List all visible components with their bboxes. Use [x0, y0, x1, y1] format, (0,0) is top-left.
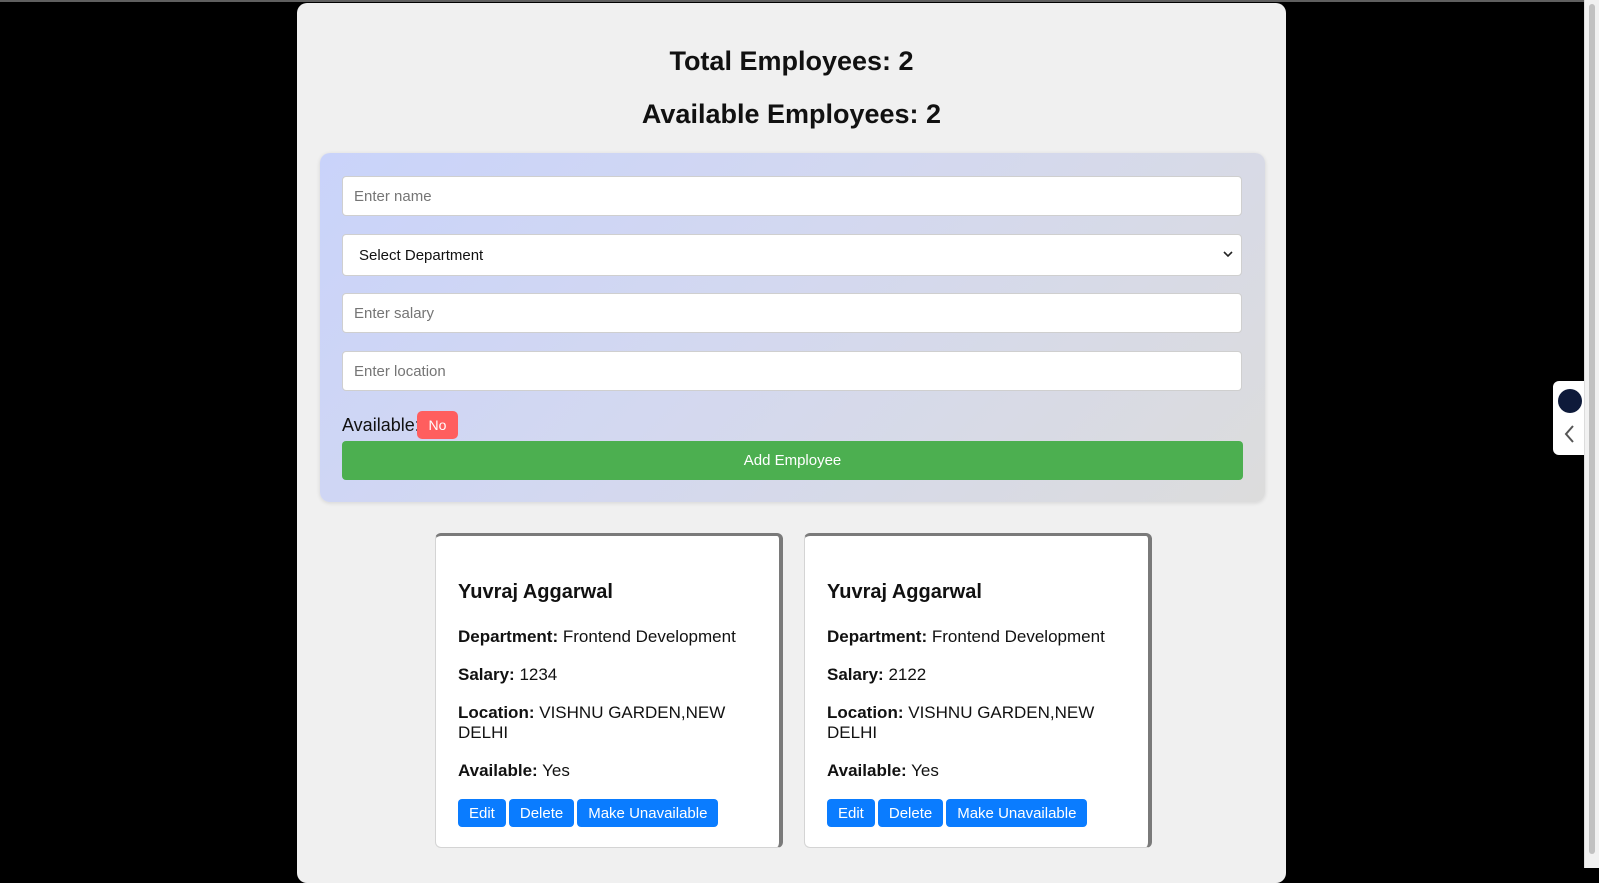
employee-location: Location: VISHNU GARDEN,NEW DELHI — [458, 703, 726, 742]
employee-department: Department: Frontend Development — [458, 627, 736, 646]
add-employee-form: Select Department Available: No Add Empl… — [320, 153, 1265, 502]
location-input[interactable] — [342, 351, 1242, 391]
scrollbar-thumb[interactable] — [1589, 4, 1595, 854]
employee-card: Yuvraj Aggarwal Department: Frontend Dev… — [435, 533, 783, 848]
employee-manager-app: Total Employees: 2 Available Employees: … — [297, 3, 1286, 883]
employee-salary: Salary: 1234 — [458, 665, 558, 684]
employee-location: Location: VISHNU GARDEN,NEW DELHI — [827, 703, 1095, 742]
employee-department: Department: Frontend Development — [827, 627, 1105, 646]
add-employee-button[interactable]: Add Employee — [342, 441, 1243, 480]
employee-card: Yuvraj Aggarwal Department: Frontend Dev… — [804, 533, 1152, 848]
department-select-value: Select Department — [359, 247, 484, 264]
salary-input[interactable] — [342, 293, 1242, 333]
employee-actions: Edit Delete Make Unavailable — [458, 799, 721, 827]
edit-button[interactable]: Edit — [827, 799, 875, 827]
employee-salary: Salary: 2122 — [827, 665, 927, 684]
available-employees-heading: Available Employees: 2 — [641, 99, 942, 129]
extension-logo-icon[interactable] — [1558, 389, 1582, 413]
employee-name: Yuvraj Aggarwal — [458, 581, 613, 603]
delete-button[interactable]: Delete — [508, 799, 575, 827]
employee-actions: Edit Delete Make Unavailable — [827, 799, 1090, 827]
total-employees-heading: Total Employees: 2 — [669, 46, 914, 76]
available-label: Available: — [342, 415, 420, 435]
employee-availability: Available: Yes — [827, 761, 939, 780]
edit-button[interactable]: Edit — [458, 799, 506, 827]
make-unavailable-button[interactable]: Make Unavailable — [946, 799, 1088, 827]
browser-top-edge — [0, 0, 1599, 2]
delete-button[interactable]: Delete — [877, 799, 944, 827]
chevron-left-icon[interactable] — [1561, 423, 1579, 445]
chevron-down-icon — [1223, 251, 1233, 258]
available-toggle-button[interactable]: No — [417, 411, 458, 439]
department-select[interactable]: Select Department — [342, 234, 1242, 276]
page-scrollbar[interactable] — [1584, 0, 1599, 868]
side-extension-widget — [1553, 381, 1587, 455]
employee-availability: Available: Yes — [458, 761, 570, 780]
name-input[interactable] — [342, 176, 1242, 216]
employee-name: Yuvraj Aggarwal — [827, 581, 982, 603]
make-unavailable-button[interactable]: Make Unavailable — [577, 799, 719, 827]
